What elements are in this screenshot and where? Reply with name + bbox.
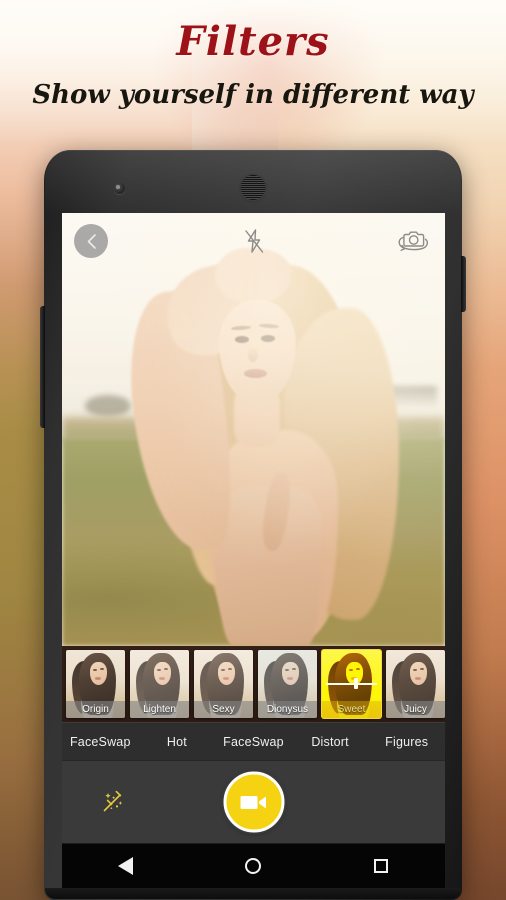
filter-thumb-origin[interactable]: Origin <box>66 650 125 718</box>
nav-back-icon <box>118 857 134 875</box>
camera-controls-bar <box>62 761 445 844</box>
camera-switch-button[interactable] <box>393 224 433 258</box>
preview-warm-filter-overlay <box>62 213 445 646</box>
filter-thumb-label: Sexy <box>194 701 253 718</box>
filter-thumb-label: Dionysus <box>258 701 317 718</box>
tab-faceswap-2[interactable]: FaceSwap <box>215 735 292 749</box>
page-subtitle: Show yourself in different way <box>32 80 474 110</box>
back-chevron-icon <box>87 233 96 249</box>
filter-thumb-label: Lighten <box>130 701 189 718</box>
front-camera-icon <box>114 183 125 194</box>
filter-intensity-slider[interactable] <box>326 677 377 689</box>
filter-thumb-juicy[interactable]: Juicy <box>386 650 445 718</box>
tab-distort-3[interactable]: Distort <box>292 735 369 749</box>
phone-bottom-chin <box>45 888 461 899</box>
filter-thumb-label: Juicy <box>386 701 445 718</box>
filter-thumb-dionysus[interactable]: Dionysus <box>258 650 317 718</box>
camera-top-bar <box>62 213 445 269</box>
magic-wand-icon <box>103 790 123 812</box>
phone-screen: Origin Lighten Sexy Dionysus Sweet Juicy Face… <box>62 213 445 844</box>
video-record-icon <box>240 795 266 809</box>
nav-home-button[interactable] <box>229 844 277 888</box>
tab-faceswap-0[interactable]: FaceSwap <box>62 735 139 749</box>
nav-recents-icon <box>374 859 389 873</box>
filter-thumb-sexy[interactable]: Sexy <box>194 650 253 718</box>
promo-header: Filters Show yourself in different way <box>0 0 506 125</box>
earpiece-speaker-icon <box>240 175 266 200</box>
nav-back-button[interactable] <box>102 844 150 888</box>
camera-preview[interactable] <box>62 213 445 646</box>
volume-button[interactable] <box>40 306 45 428</box>
flash-off-icon <box>244 229 263 253</box>
record-button[interactable] <box>223 771 284 833</box>
page-title: Filters <box>176 18 330 65</box>
back-button[interactable] <box>74 224 108 258</box>
flash-off-button[interactable] <box>237 224 271 258</box>
tab-hot-1[interactable]: Hot <box>139 735 216 749</box>
filter-intensity-slider-track <box>326 682 377 685</box>
camera-switch-icon <box>398 231 429 251</box>
magic-wand-button[interactable] <box>93 782 133 822</box>
android-navigation-bar[interactable] <box>62 844 445 888</box>
tab-figures-4[interactable]: Figures <box>368 735 445 749</box>
filter-intensity-slider-knob[interactable] <box>353 677 358 689</box>
effect-category-tabbar[interactable]: FaceSwap Hot FaceSwap Distort Figures <box>62 722 445 761</box>
nav-recents-button[interactable] <box>357 844 405 888</box>
filter-thumbnail-strip[interactable]: Origin Lighten Sexy Dionysus Sweet Juicy <box>62 646 445 722</box>
power-button[interactable] <box>461 256 466 312</box>
filter-thumb-eye1 <box>348 669 353 672</box>
filter-thumb-lighten[interactable]: Lighten <box>130 650 189 718</box>
filter-thumb-label: Origin <box>66 701 125 718</box>
filter-thumb-sweet[interactable]: Sweet <box>322 650 381 718</box>
nav-home-icon <box>245 858 262 874</box>
filter-thumb-label: Sweet <box>322 701 381 718</box>
phone-mockup: Origin Lighten Sexy Dionysus Sweet Juicy Face… <box>40 150 466 900</box>
